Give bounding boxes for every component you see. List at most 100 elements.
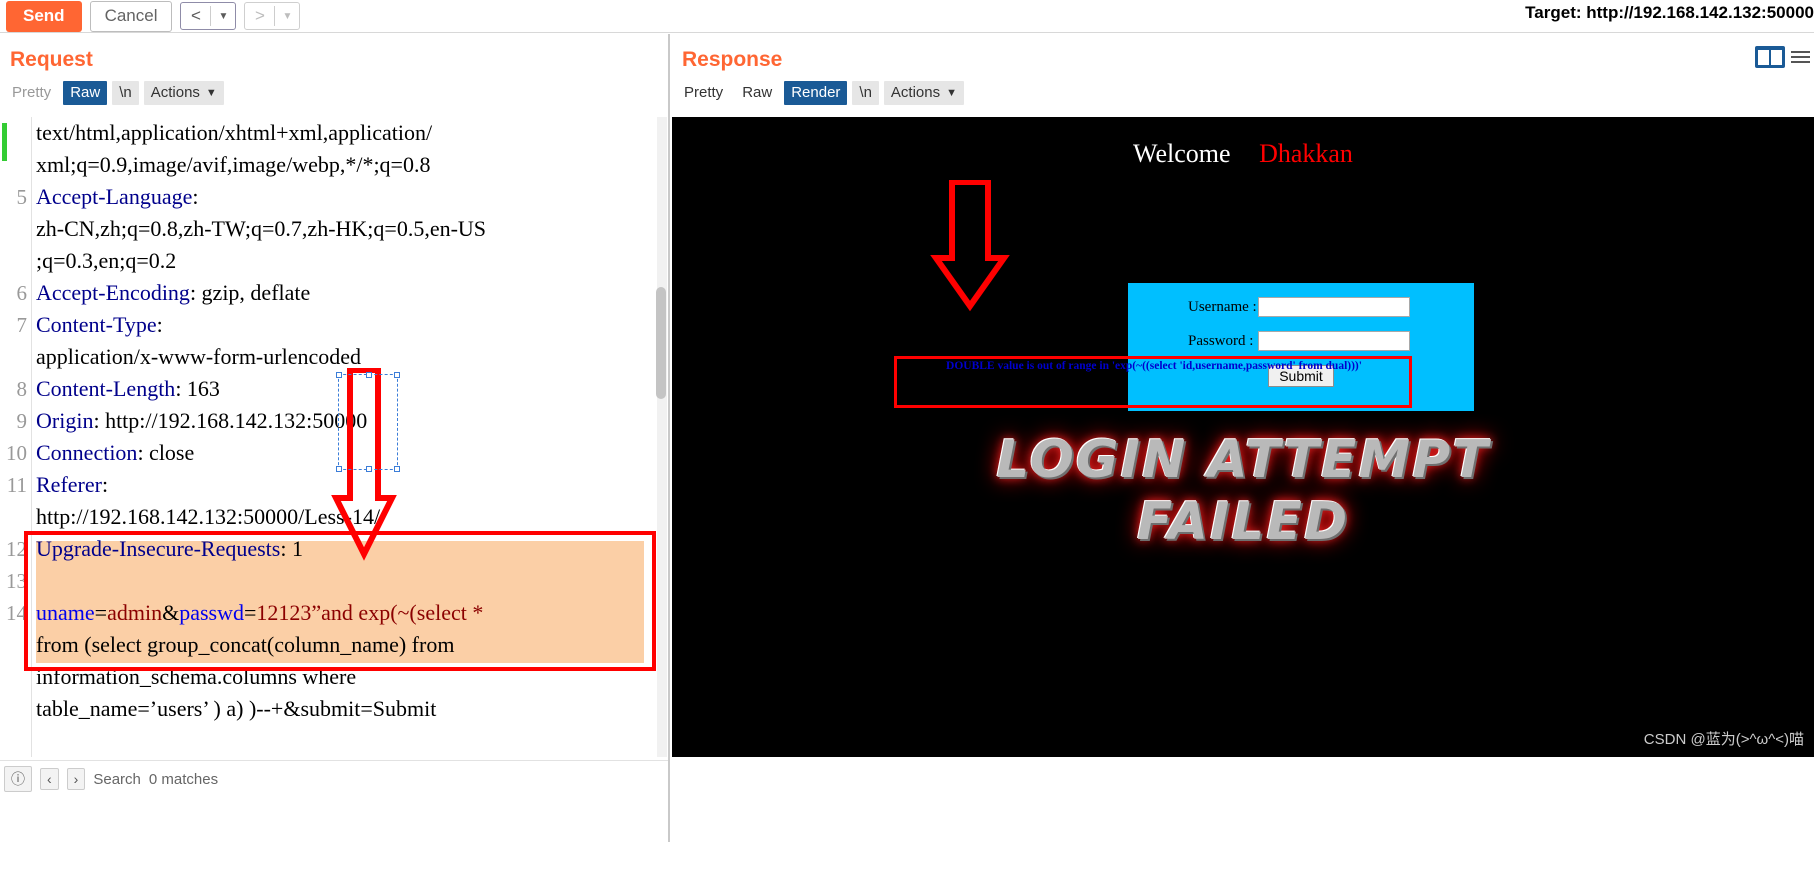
code-token: Connection (36, 440, 138, 465)
request-pane-title: Request (10, 48, 93, 71)
code-token: Accept-Language (36, 184, 193, 209)
request-code-line[interactable]: Referer: (36, 469, 108, 501)
tab-request-pretty[interactable]: Pretty (5, 81, 58, 105)
request-code-line[interactable]: zh-CN,zh;q=0.8,zh-TW;q=0.7,zh-HK;q=0.5,e… (36, 213, 486, 245)
login-failed-banner: LOGIN ATTEMPT FAILED (672, 429, 1814, 553)
tab-request-raw[interactable]: Raw (63, 81, 108, 105)
code-token: application/x-www-form-urlencoded (36, 344, 361, 369)
code-token: ;q=0.3,en;q=0.2 (36, 248, 177, 273)
history-forward-icon[interactable]: > (245, 3, 274, 29)
tab-request-actions[interactable]: Actions ▼ (143, 81, 224, 105)
tab-label: Render (791, 84, 841, 101)
code-token: : 163 (175, 376, 220, 401)
login-failed-line-2: FAILED (1136, 492, 1350, 552)
request-editor-scrollbar-thumb[interactable] (656, 287, 666, 399)
request-code-line[interactable]: Content-Type: (36, 309, 163, 341)
request-editor-footer: ⓘ ‹ › Search 0 matches (0, 760, 668, 876)
chevron-down-icon: ▼ (205, 86, 217, 99)
response-render-frame: Welcome Dhakkan Username : Password : Su… (672, 117, 1814, 757)
code-token: : (192, 184, 199, 209)
request-code-line[interactable]: Accept-Language: (36, 181, 198, 213)
request-code-line[interactable]: xml;q=0.9,image/avif,image/webp,*/*;q=0.… (36, 149, 430, 181)
tab-request-n[interactable]: \n (112, 81, 139, 105)
tab-response-n[interactable]: \n (852, 81, 879, 105)
code-token: http://192.168.142.132:50000/Less-14/ (36, 504, 381, 529)
line-number: 10 (6, 441, 27, 465)
split-view-icon[interactable] (1755, 46, 1785, 68)
code-token: Content-Type (36, 312, 157, 337)
login-failed-line-1: LOGIN ATTEMPT (996, 430, 1490, 490)
code-token: table_name=’users’ ) a) )--+&submit=Subm… (36, 696, 437, 721)
request-modified-marker (2, 123, 7, 161)
code-token: zh-CN,zh;q=0.8,zh-TW;q=0.7,zh-HK;q=0.5,e… (36, 216, 487, 241)
welcome-text: Welcome (1133, 139, 1231, 168)
welcome-username: Dhakkan (1259, 139, 1353, 168)
response-tab-bar: Pretty Raw Render \n Actions ▼ (677, 81, 1814, 105)
tab-label: \n (119, 84, 132, 101)
search-match-count: 0 matches (148, 770, 219, 788)
tab-response-raw[interactable]: Raw (735, 81, 779, 105)
request-pane: Request Pretty Raw \n Actions ▼ 5 6 7 8 9 10 11 12 1… (0, 34, 670, 876)
tab-label: Raw (70, 84, 101, 101)
request-editor-scrollbar-track[interactable] (656, 117, 667, 757)
search-input-label[interactable]: Search (93, 771, 141, 788)
code-token: Content-Length (36, 376, 176, 401)
username-row: Username : (1188, 297, 1474, 317)
request-code-line[interactable]: Connection: close (36, 437, 194, 469)
history-back-split-button[interactable]: < ▼ (180, 2, 237, 30)
request-code-line[interactable]: http://192.168.142.132:50000/Less-14/ (36, 501, 380, 533)
request-code-line[interactable]: Content-Length: 163 (36, 373, 220, 405)
tab-label: \n (859, 84, 872, 101)
history-forward-chevron-down-icon[interactable]: ▼ (275, 3, 299, 29)
line-number: 5 (16, 185, 28, 209)
request-editor[interactable]: 5 6 7 8 9 10 11 12 13 14 text/html,application/xh… (0, 117, 668, 757)
request-code-line[interactable]: Origin: http://192.168.142.132:50000 (36, 405, 367, 437)
request-code-line[interactable]: application/x-www-form-urlencoded (36, 341, 361, 373)
search-next-button[interactable]: › (66, 768, 86, 790)
code-token: Accept-Encoding (36, 280, 190, 305)
response-pane-title: Response (682, 48, 783, 71)
response-view-controls (1755, 46, 1810, 68)
annotation-box-request-body (24, 531, 656, 671)
line-number: 7 (16, 313, 28, 337)
line-number: 9 (16, 409, 28, 433)
repeater-toolbar: Send Cancel < ▼ > ▼ Target: http://192.1… (0, 0, 1814, 33)
menu-icon[interactable] (1791, 51, 1810, 63)
search-filter-icon[interactable]: ⓘ (4, 766, 32, 792)
code-token: : (101, 472, 109, 497)
code-token: Origin (36, 408, 94, 433)
code-token: : (156, 312, 163, 337)
tab-response-render[interactable]: Render (784, 81, 848, 105)
history-back-icon[interactable]: < (181, 3, 210, 29)
code-token: : http://192.168.142.132:50000 (93, 408, 368, 433)
line-number: 6 (16, 281, 28, 305)
tab-label: Actions (890, 84, 941, 101)
search-prev-button[interactable]: ‹ (40, 768, 59, 790)
username-label: Username : (1188, 298, 1257, 315)
history-back-chevron-down-icon[interactable]: ▼ (211, 3, 235, 29)
request-code-line[interactable]: Accept-Encoding: gzip, deflate (36, 277, 310, 309)
tab-label: Raw (742, 84, 773, 101)
line-number: 11 (6, 473, 27, 497)
password-input[interactable] (1258, 331, 1410, 351)
request-tab-bar: Pretty Raw \n Actions ▼ (5, 81, 668, 105)
history-forward-split-button[interactable]: > ▼ (244, 2, 301, 30)
target-label: Target: http://192.168.142.132:50000 (1525, 3, 1814, 22)
cancel-button[interactable]: Cancel (89, 0, 173, 32)
code-token: : gzip, deflate (189, 280, 311, 305)
tab-response-actions[interactable]: Actions ▼ (883, 81, 965, 105)
request-code-line[interactable]: ;q=0.3,en;q=0.2 (36, 245, 176, 277)
request-code-line[interactable]: text/html,application/xhtml+xml,applicat… (36, 117, 432, 149)
annotation-box-sql-error (894, 356, 1412, 408)
request-code-line[interactable]: table_name=’users’ ) a) )--+&submit=Subm… (36, 693, 436, 725)
tab-response-pretty[interactable]: Pretty (677, 81, 730, 105)
username-input[interactable] (1258, 297, 1410, 317)
password-row: Password : (1188, 331, 1474, 351)
response-pane: Response Pretty Raw Render \n Actions ▼ Welco… (672, 34, 1814, 842)
code-token: Referer (36, 472, 102, 497)
send-button[interactable]: Send (6, 0, 82, 32)
watermark-text: CSDN @蓝为(>^ω^<)喵 (1643, 731, 1804, 748)
tab-label: Actions (150, 84, 200, 101)
tab-label: Pretty (12, 84, 52, 101)
code-token: text/html,application/xhtml+xml,applicat… (36, 120, 433, 145)
